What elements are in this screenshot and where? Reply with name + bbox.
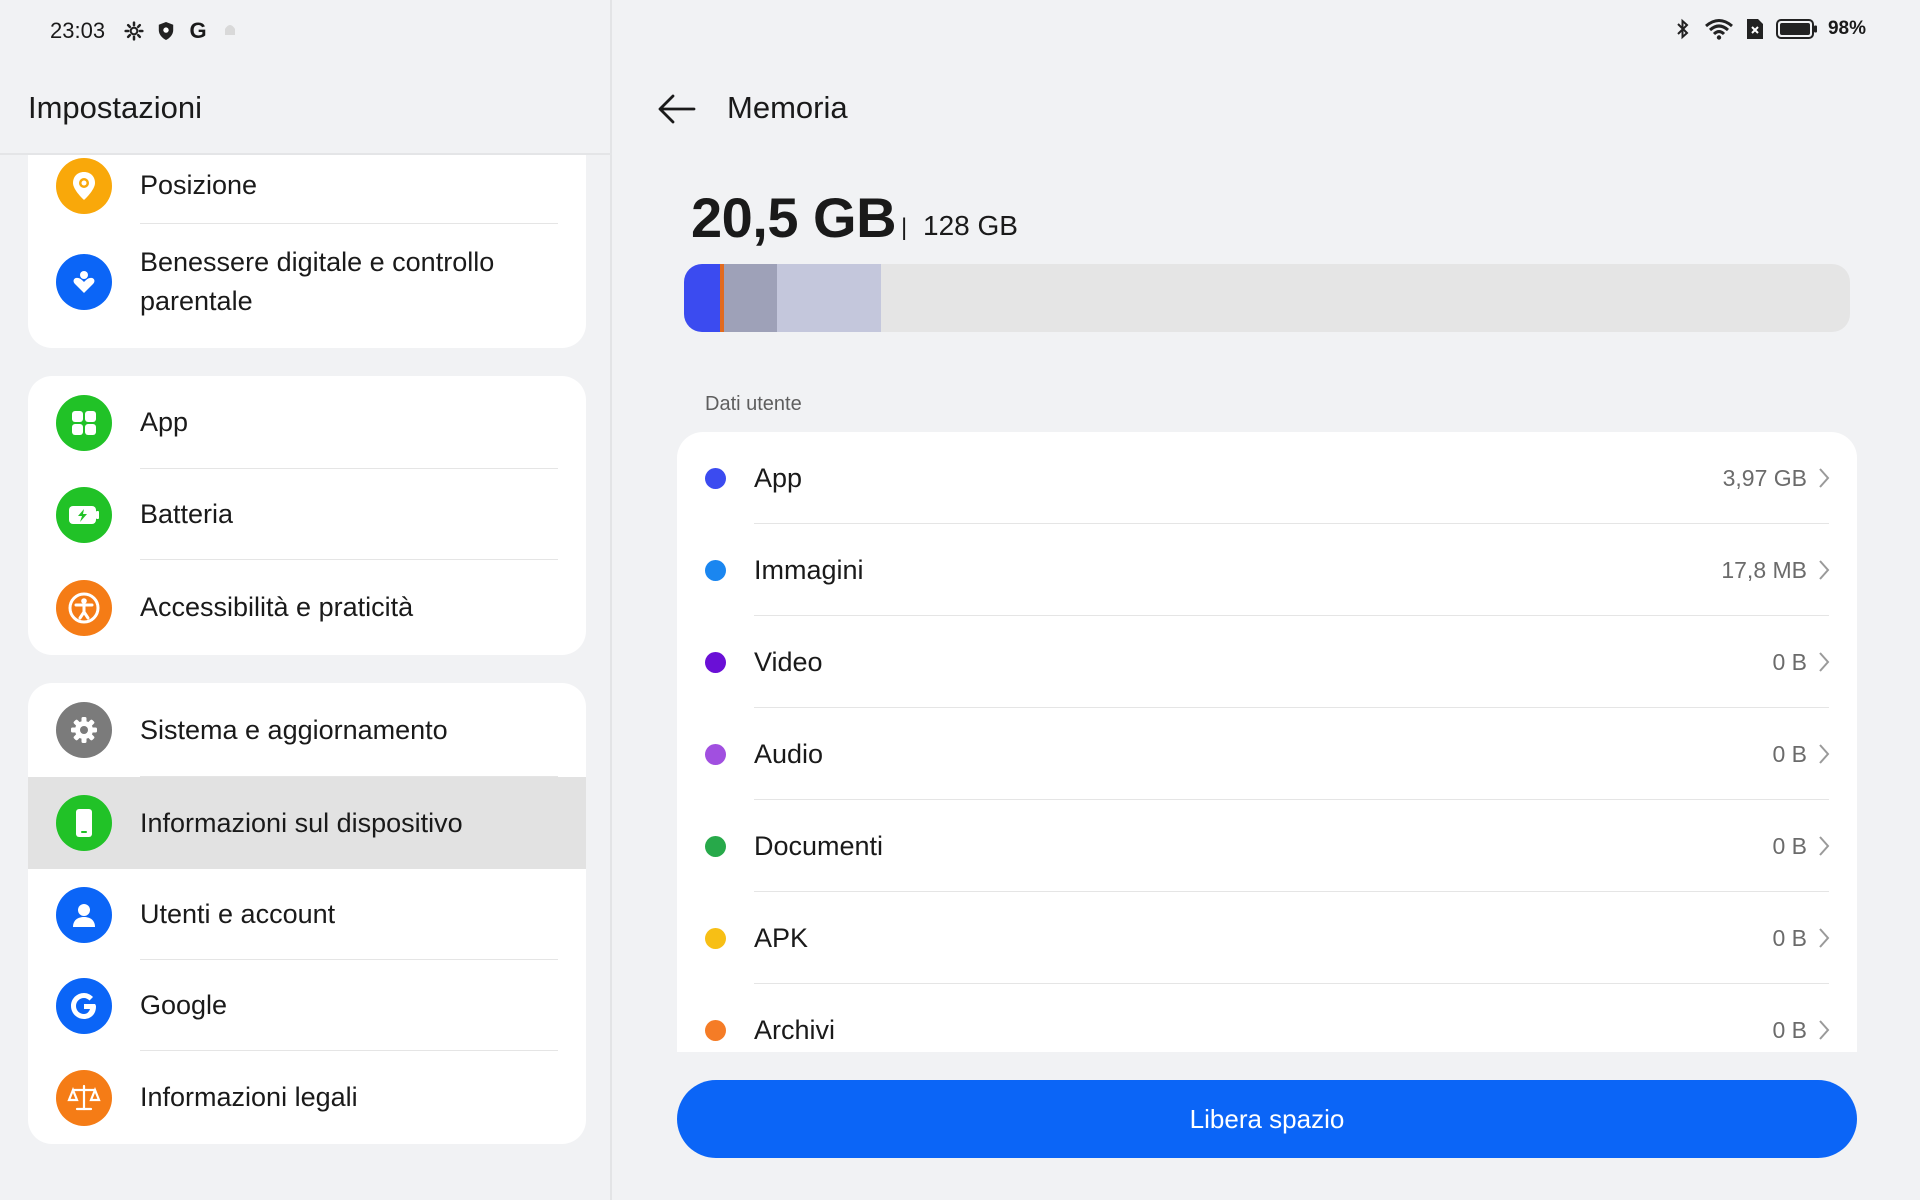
category-size: 17,8 MB bbox=[1721, 556, 1807, 583]
libera-spazio-button[interactable]: Libera spazio bbox=[677, 1080, 1857, 1158]
chevron-right-icon bbox=[1819, 652, 1830, 672]
storage-total: 128 GB bbox=[923, 210, 1018, 241]
back-arrow-icon[interactable] bbox=[656, 92, 696, 126]
section-label-dati-utente: Dati utente bbox=[705, 393, 802, 415]
category-label: APK bbox=[754, 922, 809, 953]
gear-icon bbox=[56, 702, 112, 758]
category-size: 0 B bbox=[1772, 924, 1807, 951]
location-pin-icon bbox=[56, 157, 112, 214]
category-label: Video bbox=[754, 646, 823, 677]
sidebar-item-label: Sistema e aggiornamento bbox=[140, 714, 448, 745]
category-size: 0 B bbox=[1772, 1016, 1807, 1043]
storage-categories-list: App 3,97 GB Immagini 17,8 MB Video 0 B A… bbox=[677, 432, 1857, 1052]
sidebar-item-benessere-digitale[interactable]: Benessere digitale e controllo parentale bbox=[28, 224, 586, 340]
page-title: Memoria bbox=[727, 90, 848, 125]
heart-person-icon bbox=[56, 254, 112, 310]
scales-icon bbox=[56, 1069, 112, 1126]
bluetooth-icon bbox=[1672, 18, 1694, 40]
sidebar-item-label: Google bbox=[140, 990, 228, 1020]
apps-grid-icon bbox=[56, 394, 112, 451]
chevron-right-icon bbox=[1819, 836, 1830, 856]
category-size: 0 B bbox=[1772, 648, 1807, 675]
phone-device-icon bbox=[56, 795, 112, 851]
category-dot bbox=[705, 1019, 726, 1041]
sidebar-item-label: Informazioni sul dispositivo bbox=[140, 807, 463, 838]
sidebar-item-label: Utenti e account bbox=[140, 899, 336, 929]
accessibility-icon bbox=[56, 579, 112, 636]
category-dot bbox=[705, 559, 726, 581]
battery-icon bbox=[1775, 18, 1818, 40]
chevron-right-icon bbox=[1819, 1020, 1830, 1040]
category-label: Audio bbox=[754, 738, 824, 769]
category-size: 3,97 GB bbox=[1722, 464, 1807, 491]
storage-used: 20,5 GB bbox=[691, 186, 897, 249]
storage-separator: | bbox=[901, 214, 908, 241]
category-label: Documenti bbox=[754, 830, 884, 861]
sidebar-item-label: Accessibilità e praticità bbox=[140, 592, 414, 622]
storage-row-apk[interactable]: APK 0 B bbox=[677, 892, 1857, 984]
category-label: App bbox=[754, 462, 803, 493]
sidebar-item-accessibilita[interactable]: Accessibilità e praticità bbox=[28, 560, 586, 655]
sidebar-item-label: App bbox=[140, 407, 189, 437]
sidebar-item-label: Informazioni legali bbox=[140, 1082, 358, 1112]
usage-segment bbox=[684, 264, 721, 332]
chevron-right-icon bbox=[1819, 560, 1830, 580]
category-dot bbox=[705, 743, 726, 765]
sidebar-item-informazioni-dispositivo[interactable]: Informazioni sul dispositivo bbox=[28, 777, 586, 869]
sidebar-item-utenti-account[interactable]: Utenti e account bbox=[28, 869, 586, 960]
settings-group-1: Posizione Benessere digitale e controllo… bbox=[28, 155, 586, 348]
sim-off-icon bbox=[1744, 18, 1766, 40]
storage-row-audio[interactable]: Audio 0 B bbox=[677, 708, 1857, 800]
category-dot bbox=[705, 467, 726, 489]
category-label: Archivi bbox=[754, 1014, 836, 1045]
category-dot bbox=[705, 927, 726, 949]
user-icon bbox=[56, 886, 112, 943]
settings-group-2: App Batteria Accessibilità e praticità bbox=[28, 376, 586, 655]
sidebar-item-batteria[interactable]: Batteria bbox=[28, 469, 586, 560]
usage-segment bbox=[777, 264, 882, 332]
category-size: 0 B bbox=[1772, 740, 1807, 767]
category-size: 0 B bbox=[1772, 832, 1807, 859]
sidebar-item-label: Benessere digitale e controllo parentale bbox=[140, 247, 495, 316]
category-dot bbox=[705, 835, 726, 857]
sidebar-item-app[interactable]: App bbox=[28, 376, 586, 469]
battery-percent: 98% bbox=[1827, 18, 1866, 39]
storage-row-documenti[interactable]: Documenti 0 B bbox=[677, 800, 1857, 892]
sidebar-item-sistema[interactable]: Sistema e aggiornamento bbox=[28, 683, 586, 777]
storage-row-archivi[interactable]: Archivi 0 B bbox=[677, 984, 1857, 1052]
storage-row-app[interactable]: App 3,97 GB bbox=[677, 432, 1857, 524]
storage-row-video[interactable]: Video 0 B bbox=[677, 616, 1857, 708]
google-g-icon bbox=[56, 977, 112, 1034]
chevron-right-icon bbox=[1819, 928, 1830, 948]
storage-row-immagini[interactable]: Immagini 17,8 MB bbox=[677, 524, 1857, 616]
sidebar-item-label: Posizione bbox=[140, 170, 258, 200]
category-dot bbox=[705, 651, 726, 673]
settings-title: Impostazioni bbox=[28, 90, 203, 125]
chevron-right-icon bbox=[1819, 468, 1830, 488]
settings-group-3: Sistema e aggiornamento Informazioni sul… bbox=[28, 683, 586, 1144]
wifi-icon bbox=[1704, 18, 1734, 40]
sidebar-item-posizione[interactable]: Posizione bbox=[28, 155, 586, 224]
chevron-right-icon bbox=[1819, 744, 1830, 764]
settings-left-pane: Impostazioni Posizione Benessere digital… bbox=[0, 0, 612, 1200]
sidebar-item-google[interactable]: Google bbox=[28, 960, 586, 1051]
sidebar-item-informazioni-legali[interactable]: Informazioni legali bbox=[28, 1051, 586, 1144]
sidebar-item-label: Batteria bbox=[140, 499, 234, 529]
storage-usage-bar bbox=[684, 264, 1850, 332]
category-label: Immagini bbox=[754, 554, 864, 585]
battery-charging-icon bbox=[56, 486, 112, 543]
status-bar-right: 98% bbox=[1672, 18, 1866, 40]
usage-segment bbox=[723, 264, 778, 332]
